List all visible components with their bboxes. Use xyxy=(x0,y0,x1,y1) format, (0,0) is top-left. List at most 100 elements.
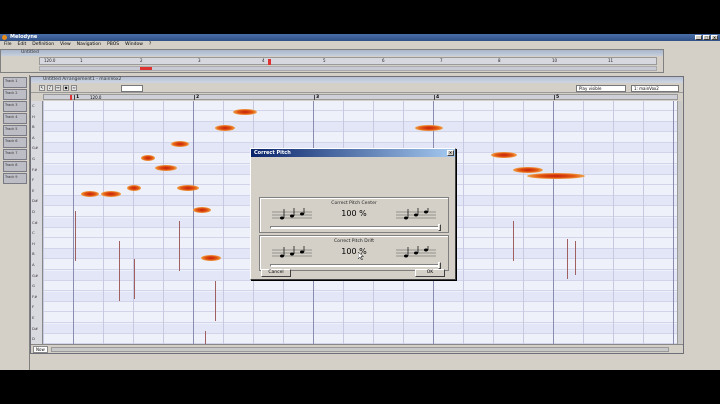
cancel-button[interactable]: Cancel xyxy=(261,269,291,277)
bar-mark xyxy=(554,95,555,100)
note-name-label: G# xyxy=(32,272,39,278)
arrangement-tick: 3 xyxy=(198,58,201,63)
beat-line xyxy=(673,101,674,345)
note-name-label: A xyxy=(32,134,35,140)
menu-pbos[interactable]: PBOS xyxy=(107,41,119,48)
beat-line xyxy=(73,101,74,345)
pitch-tool-icon[interactable]: ♪ xyxy=(47,85,53,91)
pitch-drift-line xyxy=(119,241,120,301)
horizontal-scrollbar[interactable] xyxy=(51,347,669,352)
editor-tempo: 120.0 xyxy=(90,95,102,100)
note-blob[interactable] xyxy=(101,191,121,197)
note-blob[interactable] xyxy=(81,191,99,197)
pitch-drift-line xyxy=(567,239,568,279)
arrangement-window: Untitled 120.0 1 2 3 4 5 6 7 8 10 11 xyxy=(0,49,664,73)
note-name-label: F xyxy=(32,177,35,183)
menu-help[interactable]: ? xyxy=(149,41,151,48)
arrangement-lane[interactable] xyxy=(39,66,657,71)
menu-edit[interactable]: Edit xyxy=(18,41,27,48)
arrangement-region[interactable] xyxy=(140,67,152,70)
track-button[interactable]: Track 8 xyxy=(3,161,27,172)
menu-file[interactable]: File xyxy=(4,41,12,48)
corrected-notes-icon xyxy=(396,208,436,220)
note-name-label: B xyxy=(32,124,35,130)
maximize-icon[interactable]: □ xyxy=(703,35,710,40)
pitch-drift-slider[interactable] xyxy=(270,264,440,267)
note-blob[interactable] xyxy=(415,125,443,131)
arrangement-ruler[interactable]: 120.0 1 2 3 4 5 6 7 8 10 11 xyxy=(39,57,657,65)
pitch-center-label: Correct Pitch Center xyxy=(331,201,377,206)
pitch-drift-line xyxy=(205,331,206,345)
pitch-center-slider[interactable] xyxy=(270,226,440,229)
playhead-marker[interactable] xyxy=(268,59,271,65)
bar-number: 1 xyxy=(76,95,80,100)
track-button[interactable]: Track 6 xyxy=(3,137,27,148)
editor-title: Untitled Arrangement1 - mainVox2 xyxy=(31,77,683,83)
pitch-drift-line xyxy=(513,221,514,261)
note-name-label: G# xyxy=(32,145,39,151)
pitch-drift-line xyxy=(179,221,180,271)
pitch-drift-group: Correct Pitch Drift 100 % xyxy=(259,235,449,271)
pitch-drift-slider-thumb[interactable] xyxy=(438,262,441,269)
formant-tool-icon[interactable]: ≈ xyxy=(71,85,77,91)
arrangement-tick: 4 xyxy=(262,58,265,63)
note-name-label: C xyxy=(32,103,35,108)
bar-number: 4 xyxy=(436,95,440,100)
track-sidebar: Track 1 Track 2 Track 3 Track 4 Track 5 … xyxy=(0,75,30,370)
arrangement-title: Untitled xyxy=(1,50,663,56)
beat-line xyxy=(103,101,104,345)
track-button[interactable]: Track 1 xyxy=(3,77,27,88)
note-name-label: G xyxy=(32,156,35,161)
close-icon[interactable]: × xyxy=(447,150,454,156)
note-blob[interactable] xyxy=(155,165,177,171)
note-blob[interactable] xyxy=(177,185,199,191)
amplitude-tool-icon[interactable]: ◆ xyxy=(63,85,69,91)
minimize-icon[interactable]: _ xyxy=(695,35,702,40)
note-name-label: C# xyxy=(32,219,38,225)
note-name-label: F xyxy=(32,304,35,310)
note-blob[interactable] xyxy=(141,155,155,161)
pitch-drift-line xyxy=(75,211,76,261)
pitch-drift-line xyxy=(215,281,216,321)
beat-line xyxy=(463,101,464,345)
pitch-center-slider-thumb[interactable] xyxy=(438,224,441,231)
note-blob[interactable] xyxy=(215,125,235,131)
track-button[interactable]: Track 9 xyxy=(3,173,27,184)
menu-navigation[interactable]: Navigation xyxy=(77,41,101,48)
note-blob[interactable] xyxy=(513,167,543,173)
uncorrected-notes-icon xyxy=(272,208,312,220)
playhead[interactable] xyxy=(70,95,72,100)
ok-button[interactable]: OK xyxy=(415,269,445,277)
menu-definition[interactable]: Definition xyxy=(32,41,54,48)
track-button[interactable]: Track 4 xyxy=(3,113,27,124)
track-button[interactable]: Track 7 xyxy=(3,149,27,160)
note-blob[interactable] xyxy=(491,152,517,158)
close-icon[interactable]: × xyxy=(711,35,718,40)
note-blob[interactable] xyxy=(193,207,211,213)
pointer-tool-icon[interactable]: ↖ xyxy=(39,85,45,91)
note-blob[interactable] xyxy=(171,141,189,147)
note-blob[interactable] xyxy=(127,185,141,191)
arrangement-tick: 11 xyxy=(608,58,614,63)
track-select[interactable]: 1: mainVox2 xyxy=(631,85,679,92)
beat-line xyxy=(223,101,224,345)
note-blob[interactable] xyxy=(233,109,257,115)
note-blob[interactable] xyxy=(201,255,221,261)
track-button[interactable]: Track 5 xyxy=(3,125,27,136)
arrangement-tick: 10 xyxy=(552,58,558,63)
time-tool-icon[interactable]: ↔ xyxy=(55,85,61,91)
arrangement-tick: 1 xyxy=(80,58,83,63)
play-mode-select[interactable]: Play visible xyxy=(576,85,626,92)
track-button[interactable]: Track 3 xyxy=(3,101,27,112)
grid-select[interactable] xyxy=(121,85,143,92)
note-name-label: B xyxy=(32,251,35,257)
editor-ruler[interactable]: 120.0 1 2 3 4 5 xyxy=(43,94,678,100)
app-titlebar: Melodyne _ □ × xyxy=(0,34,720,41)
note-blob[interactable] xyxy=(527,173,585,179)
track-button[interactable]: Track 2 xyxy=(3,89,27,100)
beat-line xyxy=(193,101,194,345)
vertical-scrollbar[interactable] xyxy=(677,101,682,345)
menu-view[interactable]: View xyxy=(60,41,71,48)
zoom-control[interactable]: Now xyxy=(33,346,48,353)
menu-window[interactable]: Window xyxy=(125,41,143,48)
